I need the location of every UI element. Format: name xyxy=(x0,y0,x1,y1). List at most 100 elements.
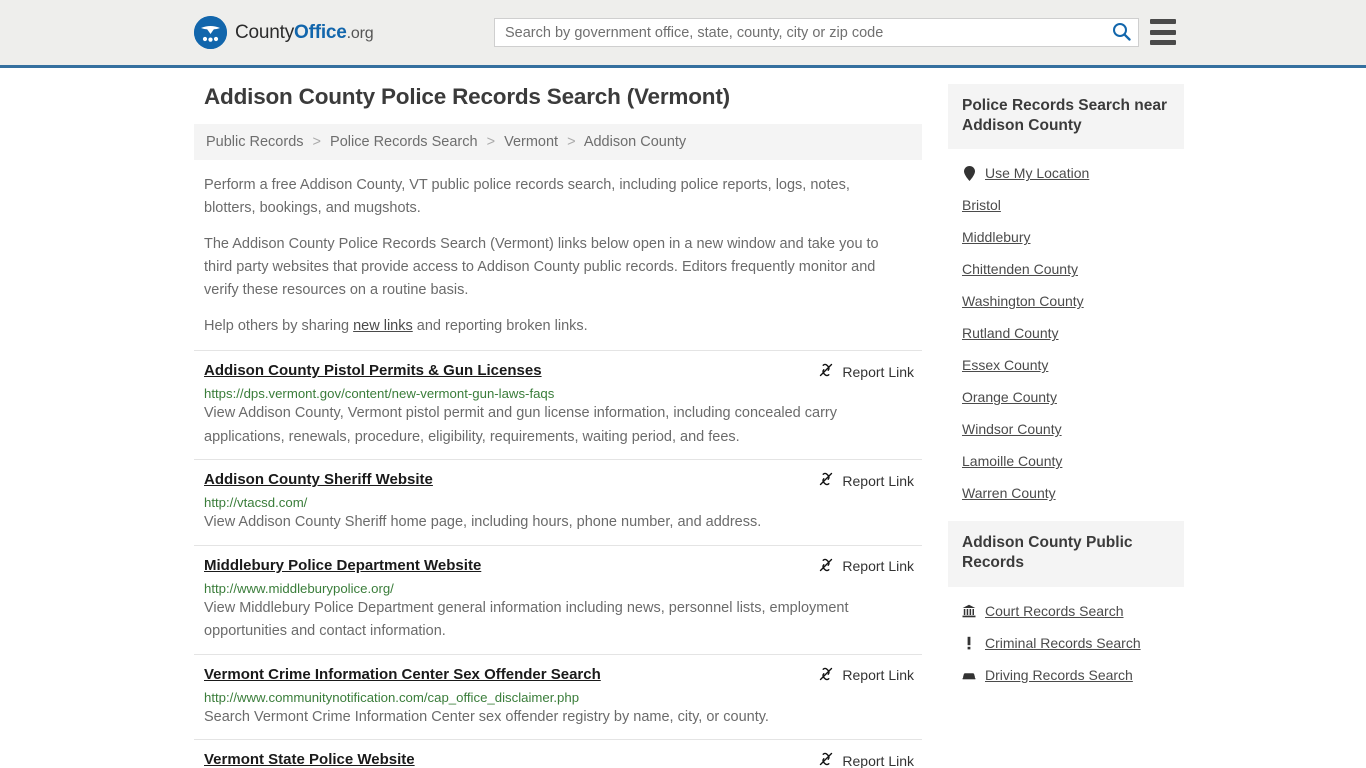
site-header: CountyOffice.org xyxy=(0,0,1366,68)
sidebar-link-label[interactable]: Orange County xyxy=(962,389,1057,405)
map-pin-icon xyxy=(962,165,976,181)
broken-link-icon xyxy=(818,362,834,381)
report-link-label: Report Link xyxy=(842,752,914,768)
breadcrumb-item-addison-county[interactable]: Addison County xyxy=(584,134,686,150)
search-button[interactable] xyxy=(1104,19,1138,46)
page-body: Addison County Police Records Search (Ve… xyxy=(0,68,1366,768)
result-item: Addison County Sheriff Website Report Li… xyxy=(194,459,922,544)
result-title-link[interactable]: Addison County Sheriff Website xyxy=(204,471,433,489)
hamburger-menu-icon xyxy=(1150,29,1176,35)
broken-link-icon xyxy=(818,751,834,768)
report-link-label: Report Link xyxy=(842,363,914,380)
sidebar-public-records-heading: Addison County Public Records xyxy=(948,521,1184,587)
sidebar-item-middlebury[interactable]: Middlebury xyxy=(948,221,1184,253)
logo-text-county: County xyxy=(235,21,295,43)
result-description: View Addison County, Vermont pistol perm… xyxy=(204,405,837,445)
sidebar: Police Records Search near Addison Count… xyxy=(948,84,1184,768)
sidebar-link-label[interactable]: Rutland County xyxy=(962,325,1059,341)
sidebar-item-lamoille-county[interactable]: Lamoille County xyxy=(948,445,1184,477)
broken-link-icon xyxy=(818,666,834,685)
breadcrumb-item-public-records[interactable]: Public Records xyxy=(206,134,304,150)
sidebar-item-washington-county[interactable]: Washington County xyxy=(948,285,1184,317)
logo-text-org: .org xyxy=(346,24,374,42)
search-input[interactable] xyxy=(495,24,1104,41)
car-icon xyxy=(962,668,976,682)
site-logo-text: CountyOffice.org xyxy=(235,21,374,44)
sidebar-link-label[interactable]: Chittenden County xyxy=(962,261,1078,277)
hamburger-menu-icon xyxy=(1150,40,1176,45)
sidebar-item-criminal-records-search[interactable]: Criminal Records Search xyxy=(948,627,1184,659)
result-description: View Addison County Sheriff home page, i… xyxy=(204,514,762,531)
result-title-link[interactable]: Addison County Pistol Permits & Gun Lice… xyxy=(204,362,542,380)
sidebar-link-label[interactable]: Middlebury xyxy=(962,229,1030,245)
result-url[interactable]: http://www.communitynotification.com/cap… xyxy=(204,690,922,705)
result-description: View Middlebury Police Department genera… xyxy=(204,599,849,640)
search-icon xyxy=(1112,22,1131,44)
hamburger-menu-icon xyxy=(1150,19,1176,24)
sidebar-item-windsor-county[interactable]: Windsor County xyxy=(948,413,1184,445)
result-item: Vermont Crime Information Center Sex Off… xyxy=(194,653,922,739)
sidebar-item-orange-county[interactable]: Orange County xyxy=(948,381,1184,413)
sidebar-link-label[interactable]: Use My Location xyxy=(985,165,1089,181)
result-url[interactable]: https://dps.vermont.gov/content/new-verm… xyxy=(204,386,922,401)
logo-text-office: Office xyxy=(294,21,347,43)
sidebar-link-label[interactable]: Washington County xyxy=(962,293,1084,309)
sidebar-item-essex-county[interactable]: Essex County xyxy=(948,349,1184,381)
report-link-label: Report Link xyxy=(842,558,914,575)
sidebar-nearby-list: Use My Location Bristol Middlebury Chitt… xyxy=(948,149,1184,509)
result-url[interactable]: http://vtacsd.com/ xyxy=(204,495,922,510)
breadcrumb-separator: > xyxy=(567,134,576,150)
result-title-link[interactable]: Middlebury Police Department Website xyxy=(204,557,481,575)
courthouse-icon xyxy=(962,604,976,618)
report-link-button[interactable]: Report Link xyxy=(818,362,914,381)
main-content: Addison County Police Records Search (Ve… xyxy=(194,84,922,768)
sidebar-public-records-list: Court Records Search Criminal Records Se… xyxy=(948,587,1184,691)
result-description: Search Vermont Crime Information Center … xyxy=(204,708,769,725)
sidebar-link-label[interactable]: Criminal Records Search xyxy=(985,635,1141,651)
report-link-button[interactable]: Report Link xyxy=(818,751,914,768)
breadcrumb-item-vermont[interactable]: Vermont xyxy=(504,134,558,150)
result-item: Middlebury Police Department Website Rep… xyxy=(194,544,922,654)
breadcrumb-item-police-records-search[interactable]: Police Records Search xyxy=(330,134,478,150)
sidebar-item-warren-county[interactable]: Warren County xyxy=(948,477,1184,509)
sidebar-item-chittenden-county[interactable]: Chittenden County xyxy=(948,253,1184,285)
report-link-label: Report Link xyxy=(842,472,914,489)
result-url[interactable]: http://www.middleburypolice.org/ xyxy=(204,581,922,596)
result-title-link[interactable]: Vermont State Police Website xyxy=(204,751,415,768)
exclamation-icon xyxy=(962,636,976,650)
sidebar-link-label[interactable]: Bristol xyxy=(962,197,1001,213)
sidebar-nearby-heading: Police Records Search near Addison Count… xyxy=(948,84,1184,150)
sidebar-link-label[interactable]: Court Records Search xyxy=(985,603,1124,619)
broken-link-icon xyxy=(818,557,834,576)
eagle-seal-icon xyxy=(194,16,227,49)
report-link-button[interactable]: Report Link xyxy=(818,557,914,576)
sidebar-link-label[interactable]: Windsor County xyxy=(962,421,1062,437)
report-link-label: Report Link xyxy=(842,667,914,684)
breadcrumb-separator: > xyxy=(486,134,496,150)
hamburger-menu-button[interactable] xyxy=(1150,19,1176,45)
sidebar-item-bristol[interactable]: Bristol xyxy=(948,189,1184,221)
sidebar-link-label[interactable]: Essex County xyxy=(962,357,1048,373)
search-bar[interactable] xyxy=(494,18,1139,47)
result-item: Vermont State Police Website Report Link xyxy=(194,739,922,768)
share-text-after: and reporting broken links. xyxy=(412,317,588,334)
intro-paragraph-3: Help others by sharing new links and rep… xyxy=(204,315,904,338)
sidebar-item-use-my-location[interactable]: Use My Location xyxy=(948,157,1184,189)
intro-paragraph-2: The Addison County Police Records Search… xyxy=(204,235,879,298)
result-item: Addison County Pistol Permits & Gun Lice… xyxy=(194,350,922,459)
report-link-button[interactable]: Report Link xyxy=(818,666,914,685)
report-link-button[interactable]: Report Link xyxy=(818,471,914,490)
sidebar-link-label[interactable]: Driving Records Search xyxy=(985,667,1133,683)
sidebar-link-label[interactable]: Warren County xyxy=(962,485,1056,501)
new-links-link[interactable]: new links xyxy=(353,318,413,334)
sidebar-divider xyxy=(948,509,1184,521)
share-text-before: Help others by sharing xyxy=(204,317,354,334)
sidebar-item-court-records-search[interactable]: Court Records Search xyxy=(948,595,1184,627)
intro-paragraph-1: Perform a free Addison County, VT public… xyxy=(204,177,850,216)
result-title-link[interactable]: Vermont Crime Information Center Sex Off… xyxy=(204,666,601,684)
site-logo[interactable]: CountyOffice.org xyxy=(194,16,374,49)
breadcrumb-separator: > xyxy=(312,134,322,150)
sidebar-item-rutland-county[interactable]: Rutland County xyxy=(948,317,1184,349)
sidebar-item-driving-records-search[interactable]: Driving Records Search xyxy=(948,659,1184,691)
sidebar-link-label[interactable]: Lamoille County xyxy=(962,453,1062,469)
